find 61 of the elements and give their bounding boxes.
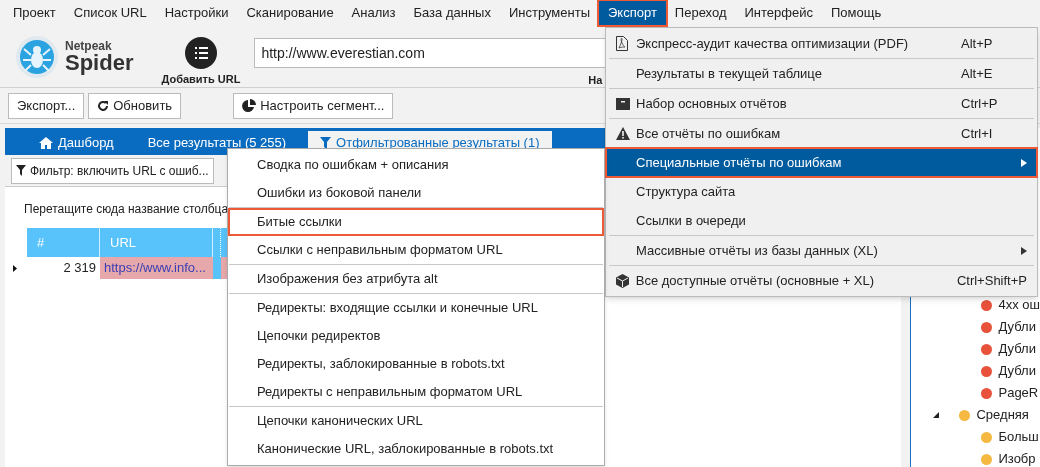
tree-item[interactable]: 4xx ош xyxy=(998,295,1040,315)
menu-item[interactable]: Редиректы: входящие ссылки и конечные URL xyxy=(228,294,604,322)
expanded-icon[interactable] xyxy=(933,412,940,418)
table-cell-text: 2 319 xyxy=(62,259,97,278)
menu-item[interactable]: Помощь xyxy=(822,1,891,25)
tree-item[interactable]: Дубли xyxy=(998,361,1036,381)
menu-item[interactable]: Канонические URL, заблокированные в robots.txt xyxy=(228,435,604,463)
menu-item[interactable]: База данных xyxy=(404,1,500,25)
menu-item[interactable]: Битые ссылки xyxy=(228,208,604,236)
group-hint: Перетащите сюда название столбца xyxy=(24,201,230,218)
list-icon xyxy=(184,37,217,69)
menu-item[interactable]: Массивные отчёты из базы данных (XL) xyxy=(606,236,1037,265)
menu-item[interactable]: Результаты в текущей таблице Alt+E xyxy=(606,59,1037,88)
menu-item[interactable]: Цепочки канонических URL xyxy=(228,407,604,435)
menu-item[interactable]: Изображения без атрибута alt xyxy=(228,265,604,293)
menu-item[interactable]: Переход xyxy=(665,1,736,25)
menu-item[interactable]: Проект xyxy=(4,1,65,25)
menu-item[interactable]: Цепочки редиректов xyxy=(228,322,604,350)
filter-icon xyxy=(16,165,26,176)
field-caption: На xyxy=(588,73,603,88)
menu-item[interactable]: Структура сайта xyxy=(606,177,1037,206)
menu-item[interactable]: Настройки xyxy=(155,1,238,25)
menu-item[interactable]: Сканирование xyxy=(237,1,343,25)
menu-item[interactable]: Специальные отчёты по ошибкам xyxy=(606,148,1037,177)
menu-item[interactable]: Интерфейс xyxy=(735,1,822,25)
spider-logo-icon xyxy=(15,35,59,79)
toolbar-button[interactable]: Настроить сегмент... xyxy=(233,92,394,119)
archive-box-icon xyxy=(616,97,630,110)
pdf-file-icon xyxy=(616,36,628,51)
tab[interactable]: Дашборд xyxy=(27,131,126,155)
menu-item[interactable]: Экспорт xyxy=(599,1,666,25)
tree-item[interactable]: Дубли xyxy=(998,339,1036,359)
tree-item[interactable]: Изобр xyxy=(998,449,1036,467)
link-cell[interactable]: https://www.info... xyxy=(100,257,213,279)
refresh-icon xyxy=(97,99,110,112)
add-url-button[interactable]: Добавить URL xyxy=(161,37,241,88)
tree-item[interactable]: Дубли xyxy=(998,317,1036,337)
menu-item[interactable]: Инструменты xyxy=(499,1,599,25)
logo-text: Spider xyxy=(65,52,134,74)
home-icon xyxy=(39,137,53,149)
menu-item[interactable]: Анализ xyxy=(342,1,405,25)
pie-chart-icon xyxy=(242,98,257,113)
row-pointer-icon xyxy=(13,264,17,272)
cube-icon xyxy=(616,273,629,288)
menu-item[interactable]: Набор основных отчётов Ctrl+P xyxy=(606,89,1037,118)
tree-item[interactable]: Средняя xyxy=(976,405,1029,425)
toolbar-button[interactable]: Экспорт... xyxy=(8,92,85,119)
tree-item[interactable]: PageR xyxy=(998,383,1039,403)
tree-item[interactable]: Больш xyxy=(998,427,1039,447)
toolbar-button[interactable]: Обновить xyxy=(88,92,182,119)
menu-item[interactable]: Список URL xyxy=(64,1,156,25)
menu-item[interactable]: Редиректы с неправильным форматом URL xyxy=(228,378,604,406)
menu-item[interactable]: Все доступные отчёты (основные + XL) Ctrl+Shift+P xyxy=(606,266,1037,295)
warning-icon xyxy=(616,127,630,140)
menu-item[interactable]: Ссылки с неправильным форматом URL xyxy=(228,236,604,264)
menu-item[interactable]: Ошибки из боковой панели xyxy=(228,179,604,207)
menu-item[interactable]: Редиректы, заблокированные в robots.txt xyxy=(228,350,604,378)
menu-item[interactable]: Все отчёты по ошибкам Ctrl+I xyxy=(606,119,1037,148)
menu-item[interactable]: Ссылки в очереди xyxy=(606,206,1037,235)
logo-text: Netpeak xyxy=(65,40,112,52)
filter-button[interactable]: Фильтр: включить URL с ошиб... xyxy=(11,157,214,184)
